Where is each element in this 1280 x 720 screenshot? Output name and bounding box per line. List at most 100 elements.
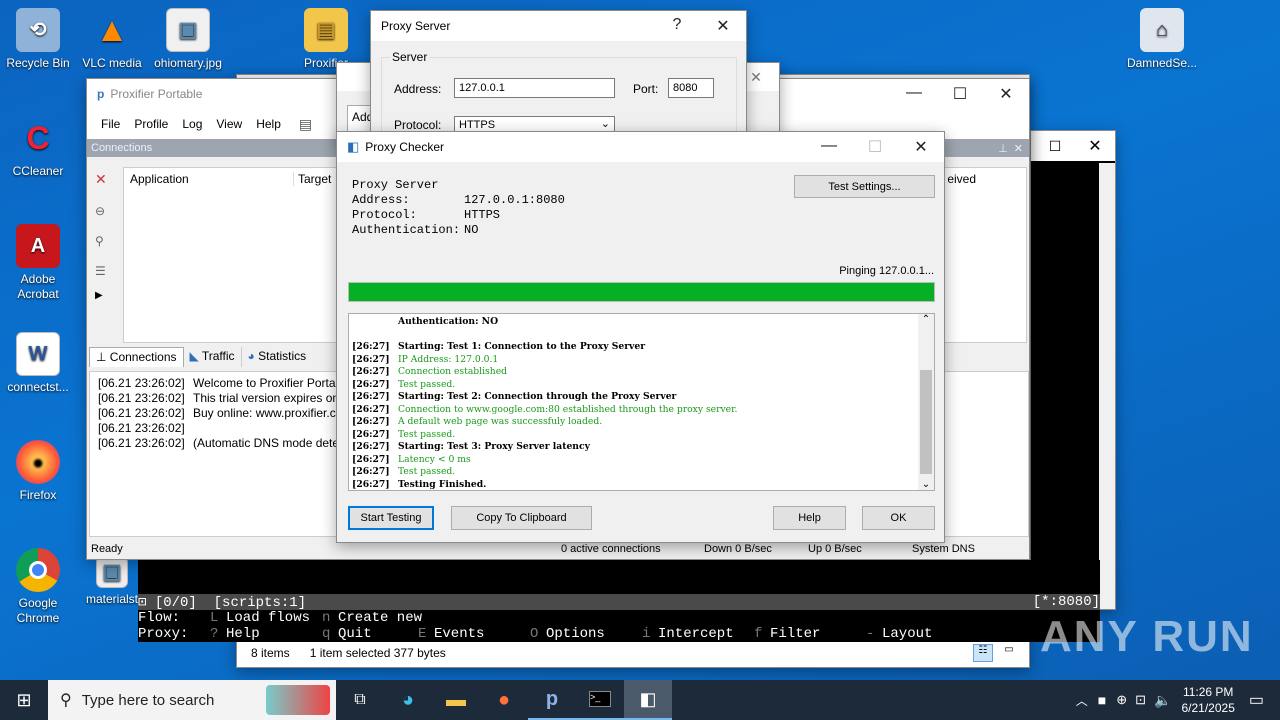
word-glyph-icon: W <box>16 332 60 376</box>
close-connection-icon[interactable]: ✕ <box>95 171 115 188</box>
panel-close-icon[interactable]: ✕ <box>1014 142 1023 155</box>
keybind-key: q <box>322 626 331 642</box>
keybind-key: E <box>418 626 427 642</box>
minimize-icon[interactable]: — <box>806 137 852 157</box>
col-application[interactable]: Application <box>124 172 294 186</box>
protocol-label: Protocol: <box>394 118 442 132</box>
tab-traffic[interactable]: ◣ Traffic <box>184 347 242 367</box>
firefox-icon: ● <box>497 688 511 711</box>
menu-help[interactable]: Help <box>256 117 281 131</box>
edge-taskbar-button[interactable]: ◕ <box>384 680 432 720</box>
maximize-icon[interactable]: ☐ <box>937 84 983 104</box>
connections-panel-title: Connections <box>91 142 153 154</box>
anyrun-watermark: ANY RUN <box>1040 612 1254 661</box>
scroll-down-icon[interactable]: ⌄ <box>918 479 934 490</box>
details-view-icon[interactable]: ☷ <box>973 644 993 662</box>
firefox-taskbar-button[interactable]: ● <box>480 680 528 720</box>
volume-icon[interactable]: 🔈 <box>1154 692 1171 709</box>
proxy-server-dialog: Proxy Server ? ✕ Server Address: 127.0.0… <box>370 10 747 141</box>
log-time: [06.21 23:26:02] <box>98 406 185 420</box>
close-icon[interactable]: ✕ <box>700 16 746 36</box>
image-file-glyph-icon: ▣ <box>166 8 210 52</box>
col-received[interactable]: eived <box>947 172 976 186</box>
terminal-status-left: ⊡ [0/0] [scripts:1] <box>138 595 307 611</box>
taskbar: ⊞ ⚲ Type here to search ⧉ ◕ ▬ ● p >_ ◧ ︿… <box>0 680 1280 720</box>
acrobat-glyph-icon: A <box>16 224 60 268</box>
tab-statistics[interactable]: ◕ Statistics <box>242 347 313 367</box>
log-timestamp: [26:27] <box>352 403 390 415</box>
folder-icon: ▤ <box>304 8 348 52</box>
scroll-up-icon[interactable]: ⌃ <box>918 314 934 325</box>
network-icon[interactable]: ⊕ <box>1116 692 1127 708</box>
large-icons-view-icon[interactable]: ▭ <box>999 644 1019 662</box>
recycle-bin-icon[interactable]: ⟲ Recycle Bin <box>0 8 76 71</box>
tray-app-icon[interactable]: ■ <box>1098 692 1106 708</box>
close-icon[interactable]: ✕ <box>1075 136 1115 156</box>
progress-fill <box>349 283 934 301</box>
log-scrollbar[interactable]: ⌃ ⌄ <box>918 314 934 490</box>
list-icon[interactable]: ☰ <box>95 264 115 278</box>
recycle-bin-glyph-icon: ⟲ <box>16 8 60 52</box>
help-button[interactable]: Help <box>773 506 846 530</box>
maximize-icon[interactable]: ☐ <box>1035 138 1075 155</box>
menu-file[interactable]: File <box>101 117 120 131</box>
close-icon[interactable]: ✕ <box>983 84 1029 104</box>
explorer-taskbar-button[interactable]: ▬ <box>432 680 480 720</box>
tab-connections[interactable]: ⊥ Connections <box>89 347 184 367</box>
keybind-action: Events <box>434 626 485 642</box>
task-view-button[interactable]: ⧉ <box>336 680 384 720</box>
test-settings-button[interactable]: Test Settings... <box>794 175 935 198</box>
expand-arrow-icon[interactable]: ▶ <box>95 290 115 301</box>
pin-icon[interactable]: ⊥ <box>998 142 1008 155</box>
firefox-icon[interactable]: ● Firefox <box>0 440 76 503</box>
taskbar-search[interactable]: ⚲ Type here to search <box>48 680 336 720</box>
bottom-tabs: ⊥ Connections ◣ Traffic ◕ Statistics <box>89 347 312 367</box>
checker-log-lines: Authentication: NO [26:27] Starting: Test … <box>352 316 916 490</box>
scrollbar-thumb[interactable] <box>920 370 932 474</box>
task-view-icon: ⧉ <box>354 691 366 708</box>
menu-profile[interactable]: Profile <box>134 117 168 131</box>
minimize-icon[interactable]: — <box>891 84 937 104</box>
copy-clipboard-button[interactable]: Copy To Clipboard <box>451 506 592 530</box>
address-input[interactable]: 127.0.0.1 <box>454 78 615 98</box>
ethernet-icon[interactable]: ⊡ <box>1135 692 1146 708</box>
image-file-icon[interactable]: ▣ ohiomary.jpg <box>150 8 226 71</box>
connections-side-toolbar: ✕ ⊖ ⚲ ☰ ▶ <box>95 171 115 301</box>
remove-icon[interactable]: ⊖ <box>95 204 115 218</box>
address-label: Address: <box>394 82 442 96</box>
ccleaner-icon[interactable]: C CCleaner <box>0 116 76 179</box>
vlc-icon[interactable]: ▲ VLC media <box>74 8 150 71</box>
chrome-icon[interactable]: Google Chrome <box>0 548 76 626</box>
start-testing-button[interactable]: Start Testing <box>348 506 434 530</box>
vlc-cone-icon: ▲ <box>95 10 129 49</box>
proxifier-title: Proxifier Portable <box>110 87 203 101</box>
window-controls: — ☐ ✕ <box>891 84 1029 104</box>
ok-button[interactable]: OK <box>862 506 935 530</box>
toolbar-list-icon[interactable]: ▤ <box>299 116 312 133</box>
proxifier-icon: p <box>545 687 559 710</box>
word-doc-icon[interactable]: W connectst... <box>0 332 76 395</box>
scrollbar[interactable] <box>1099 163 1115 609</box>
help-icon[interactable]: ? <box>654 16 700 36</box>
col-target[interactable]: Target <box>294 172 331 186</box>
keybind-action: Filter <box>770 626 821 642</box>
damnedse-icon[interactable]: ⌂ DamnedSe... <box>1124 8 1200 71</box>
proxy-checker-taskbar-button[interactable]: ◧ <box>624 680 672 720</box>
acrobat-icon[interactable]: A Adobe Acrobat <box>0 224 76 302</box>
info-key: Proxy Server <box>352 178 439 192</box>
checker-log-line: [26:27] A default web page was successful… <box>352 416 916 429</box>
notifications-icon[interactable]: ▭ <box>1249 690 1264 710</box>
cmd-taskbar-button[interactable]: >_ <box>576 680 624 720</box>
search-icon[interactable]: ⚲ <box>95 234 115 248</box>
clock[interactable]: 11:26 PM 6/21/2025 <box>1181 684 1234 716</box>
desktop-icon-label: Firefox <box>19 488 57 502</box>
port-input[interactable]: 8080 <box>668 78 714 98</box>
proxifier-taskbar-button[interactable]: p <box>528 680 576 720</box>
status-ready: Ready <box>91 543 123 555</box>
menu-log[interactable]: Log <box>182 117 202 131</box>
tray-chevron-up-icon[interactable]: ︿ <box>1076 692 1088 709</box>
close-icon[interactable]: ✕ <box>898 137 944 157</box>
log-message: Latency < 0 ms <box>398 453 471 465</box>
start-button[interactable]: ⊞ <box>0 680 48 720</box>
menu-view[interactable]: View <box>216 117 242 131</box>
